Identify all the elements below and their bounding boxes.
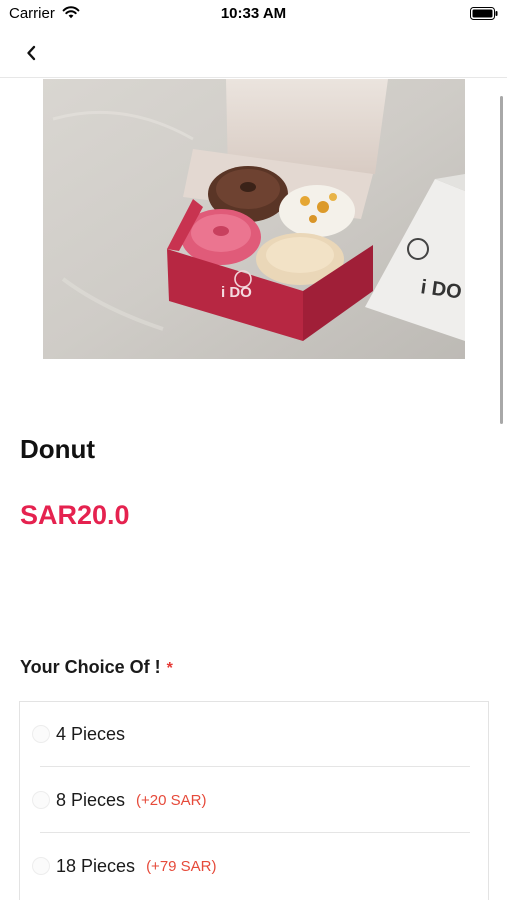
scroll-indicator[interactable] [500,96,503,424]
option-extra-price: (+79 SAR) [146,857,217,875]
option-divider [40,766,470,767]
option-extra-price: (+20 SAR) [136,791,207,809]
navigation-bar [0,30,507,78]
status-bar: Carrier 10:33 AM [0,0,507,30]
option-label: 4 Pieces [56,723,126,744]
chevron-left-icon [27,45,36,61]
battery-icon [470,7,498,20]
box-brand-text: i DO [221,284,252,301]
choice-heading: Your Choice Of ! * [20,657,173,678]
status-time: 10:33 AM [220,5,287,22]
radio-button[interactable] [32,725,50,743]
back-button[interactable] [18,40,44,66]
option-label: 18 Pieces [56,855,136,876]
radio-button[interactable] [32,857,50,875]
choice-heading-label: Your Choice Of ! [20,657,161,677]
required-marker: * [166,660,173,677]
option-8-pieces[interactable]: 8 Pieces (+20 SAR) [32,770,472,830]
option-label: 8 Pieces [56,789,126,810]
radio-button[interactable] [32,791,50,809]
product-price: SAR20.0 [20,500,130,530]
option-4-pieces[interactable]: 4 Pieces [32,704,472,764]
product-title: Donut [20,434,96,464]
option-18-pieces[interactable]: 18 Pieces (+79 SAR) [32,836,472,896]
option-divider [40,832,470,833]
product-image: i DO i DO [43,79,465,359]
options-list: 4 Pieces 8 Pieces (+20 SAR) 18 Pieces (+… [19,701,489,900]
